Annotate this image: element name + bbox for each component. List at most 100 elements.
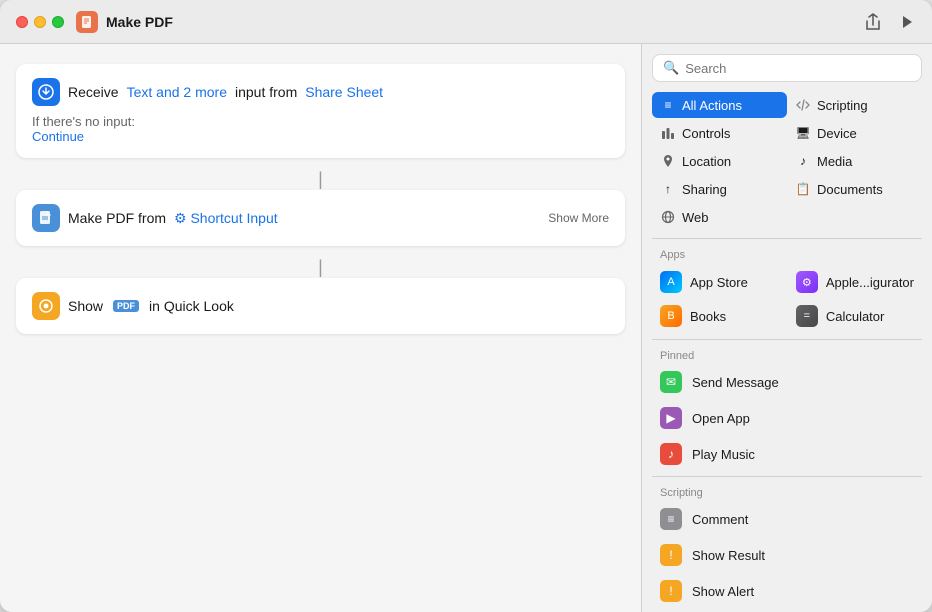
quick-look-suffix: in Quick Look [149, 298, 234, 314]
device-icon: 🖥 [795, 125, 811, 141]
show-result-item[interactable]: ! Show Result [642, 537, 932, 573]
category-media[interactable]: ♪ Media [787, 148, 922, 174]
controls-label: Controls [682, 126, 730, 141]
apps-section-label: Apps [642, 243, 932, 263]
right-panel: 🔍 ≡ All Actions Scripting [642, 44, 932, 612]
automator-label: Apple...igurator [826, 275, 914, 290]
divider-1: | [16, 170, 625, 188]
send-message-item[interactable]: ✉ Send Message [642, 364, 932, 400]
main-content: Receive Text and 2 more input from Share… [0, 44, 932, 612]
send-message-icon: ✉ [660, 371, 682, 393]
books-icon: B [660, 305, 682, 327]
pinned-section-label: Pinned [642, 344, 932, 364]
app-store-label: App Store [690, 275, 748, 290]
category-web[interactable]: Web [652, 204, 787, 230]
action-list: Apps A App Store ⚙ Apple...igurator B Bo… [642, 243, 932, 612]
calculator-icon: = [796, 305, 818, 327]
play-music-label: Play Music [692, 447, 755, 462]
media-icon: ♪ [795, 153, 811, 169]
window-title: Make PDF [106, 14, 864, 30]
media-label: Media [817, 154, 852, 169]
sharing-icon: ↑ [660, 181, 676, 197]
receive-sub: If there's no input: Continue [32, 114, 609, 144]
run-button[interactable] [898, 13, 916, 31]
comment-icon: ≡ [660, 508, 682, 530]
step-quick-look: Show PDF in Quick Look [16, 278, 625, 334]
category-sharing[interactable]: ↑ Sharing [652, 176, 787, 202]
quick-look-prefix: Show [68, 298, 103, 314]
open-app-item[interactable]: ▶ Open App [642, 400, 932, 436]
play-music-item[interactable]: ♪ Play Music [642, 436, 932, 472]
scripting-label: Scripting [817, 98, 868, 113]
open-app-label: Open App [692, 411, 750, 426]
show-result-icon: ! [660, 544, 682, 566]
divider-2: | [16, 258, 625, 276]
comment-label: Comment [692, 512, 748, 527]
share-button[interactable] [864, 13, 882, 31]
category-documents[interactable]: 📋 Documents [787, 176, 922, 202]
location-label: Location [682, 154, 731, 169]
titlebar-actions [864, 13, 916, 31]
minimize-button[interactable] [34, 16, 46, 28]
automator-icon: ⚙ [796, 271, 818, 293]
apps-grid: A App Store ⚙ Apple...igurator B Books =… [642, 263, 932, 335]
scripting-section-label: Scripting [642, 481, 932, 501]
documents-label: Documents [817, 182, 883, 197]
web-icon [660, 209, 676, 225]
books-label: Books [690, 309, 726, 324]
step-make-pdf: Make PDF from ⚙ Shortcut Input Show More [16, 190, 625, 246]
close-button[interactable] [16, 16, 28, 28]
show-alert-label: Show Alert [692, 584, 754, 599]
show-alert-icon: ! [660, 580, 682, 602]
pdf-badge: PDF [113, 300, 139, 312]
search-input[interactable] [685, 61, 911, 76]
fullscreen-button[interactable] [52, 16, 64, 28]
all-actions-label: All Actions [682, 98, 742, 113]
location-icon [660, 153, 676, 169]
play-music-icon: ♪ [660, 443, 682, 465]
pinned-divider [652, 339, 922, 340]
send-message-label: Send Message [692, 375, 779, 390]
show-more-btn[interactable]: Show More [548, 211, 609, 225]
controls-icon [660, 125, 676, 141]
make-pdf-icon [32, 204, 60, 232]
left-panel: Receive Text and 2 more input from Share… [0, 44, 642, 612]
open-app-icon: ▶ [660, 407, 682, 429]
receive-continue-link[interactable]: Continue [32, 129, 84, 144]
category-location[interactable]: Location [652, 148, 787, 174]
receive-highlight2: Share Sheet [305, 84, 383, 100]
books-item[interactable]: B Books [642, 299, 778, 333]
automator-item[interactable]: ⚙ Apple...igurator [778, 265, 932, 299]
receive-highlight: Text and 2 more [127, 84, 227, 100]
category-all-actions[interactable]: ≡ All Actions [652, 92, 787, 118]
app-icon [76, 11, 98, 33]
make-pdf-prefix: Make PDF from [68, 210, 166, 226]
receive-sub-label: If there's no input: [32, 114, 135, 129]
app-store-icon: A [660, 271, 682, 293]
calculator-item[interactable]: = Calculator [778, 299, 932, 333]
calculator-label: Calculator [826, 309, 885, 324]
apps-divider [652, 238, 922, 239]
category-device[interactable]: 🖥 Device [787, 120, 922, 146]
category-controls[interactable]: Controls [652, 120, 787, 146]
step-receive: Receive Text and 2 more input from Share… [16, 64, 625, 158]
device-label: Device [817, 126, 857, 141]
all-actions-icon: ≡ [660, 97, 676, 113]
main-window: Make PDF [0, 0, 932, 612]
documents-icon: 📋 [795, 181, 811, 197]
comment-item[interactable]: ≡ Comment [642, 501, 932, 537]
sharing-label: Sharing [682, 182, 727, 197]
app-store-item[interactable]: A App Store [642, 265, 778, 299]
web-label: Web [682, 210, 709, 225]
receive-text-mid: input from [235, 84, 297, 100]
search-icon: 🔍 [663, 60, 679, 76]
search-bar[interactable]: 🔍 [652, 54, 922, 82]
receive-text-prefix: Receive [68, 84, 119, 100]
traffic-lights [16, 16, 64, 28]
scripting-icon [795, 97, 811, 113]
category-scripting[interactable]: Scripting [787, 92, 922, 118]
titlebar: Make PDF [0, 0, 932, 44]
make-pdf-input: ⚙ Shortcut Input [174, 210, 278, 227]
show-result-label: Show Result [692, 548, 765, 563]
show-alert-item[interactable]: ! Show Alert [642, 573, 932, 609]
